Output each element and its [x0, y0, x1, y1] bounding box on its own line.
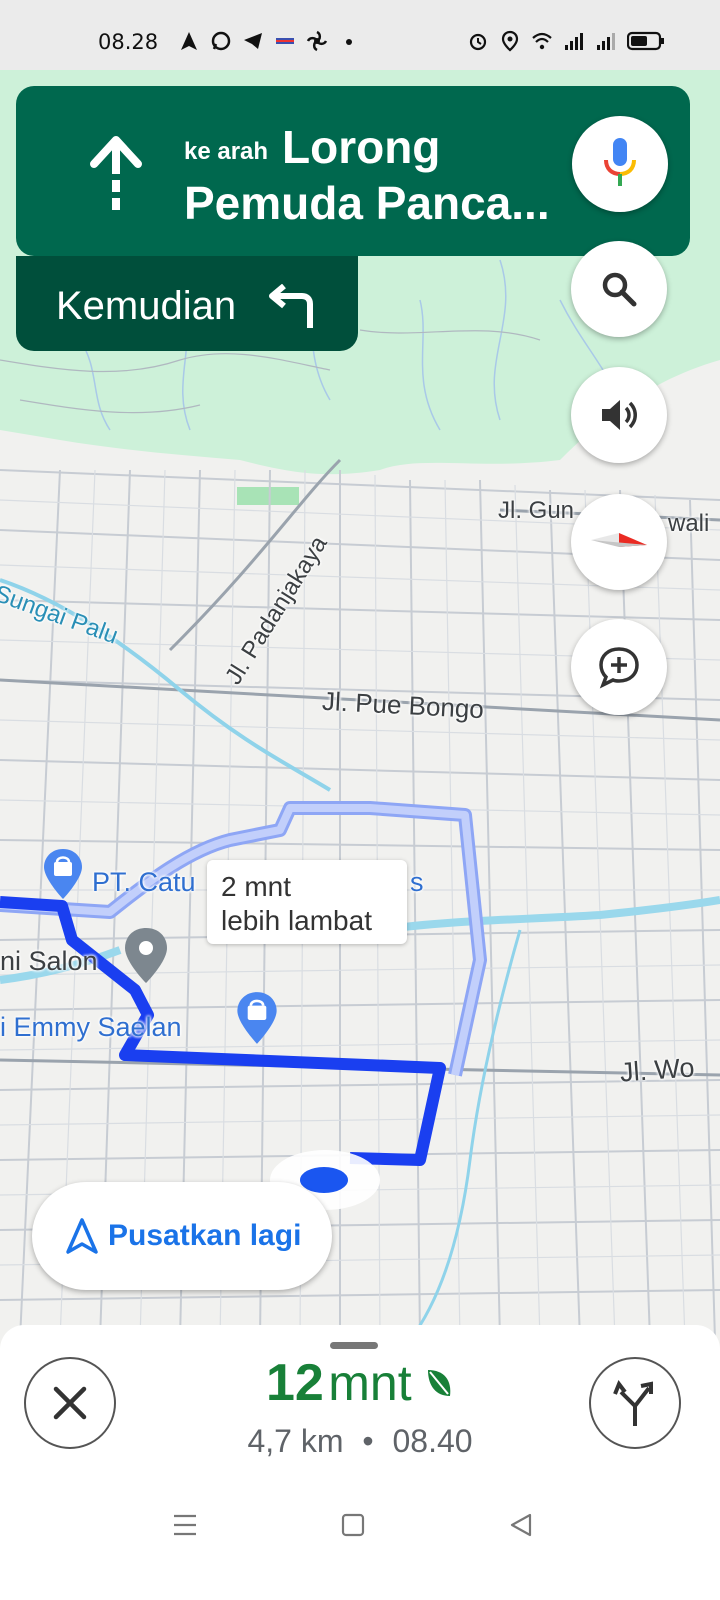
toward-prefix: ke arah: [184, 138, 269, 165]
poi-label-salon[interactable]: ni Salon: [0, 946, 98, 977]
poi-label-pt-catu[interactable]: PT. Catu: [92, 867, 196, 898]
eta-minutes: 12: [265, 1354, 324, 1412]
app-icon: [276, 38, 294, 44]
signal-icon: [597, 33, 615, 50]
pinwheel-icon: [306, 30, 328, 52]
turn-left-icon: [269, 284, 313, 328]
back-icon[interactable]: [508, 1512, 534, 1538]
navigation-icon: [181, 32, 197, 50]
wifi-icon: [532, 32, 552, 50]
home-icon[interactable]: [340, 1512, 366, 1538]
arrival-time: 08.40: [392, 1423, 473, 1459]
alternate-routes-button[interactable]: [589, 1357, 681, 1449]
status-time: 08.28: [98, 30, 159, 54]
eco-leaf-icon: [428, 1370, 451, 1396]
add-report-button[interactable]: [571, 619, 667, 715]
shopping-marker-icon[interactable]: [233, 988, 281, 1050]
recenter-label: Pusatkan lagi: [108, 1219, 302, 1252]
alt-route-callout[interactable]: 2 mnt lebih lambat: [207, 860, 407, 944]
road-label-wo: Jl. Wo: [619, 1052, 696, 1088]
poi-label-pt-catu-suffix[interactable]: s: [410, 867, 424, 898]
recenter-button[interactable]: Pusatkan lagi: [32, 1182, 332, 1290]
place-marker-icon[interactable]: [121, 925, 171, 989]
whatsapp-icon: [211, 31, 231, 51]
voice-search-button[interactable]: [572, 116, 668, 212]
signal-icon: [565, 33, 583, 50]
alt-route-description: lebih lambat: [221, 905, 372, 936]
dot-icon: [346, 39, 352, 45]
microphone-icon: [604, 138, 636, 186]
navigation-arrow-icon: [66, 1218, 98, 1254]
shopping-marker-icon[interactable]: [40, 845, 86, 905]
volume-icon: [602, 400, 637, 430]
route-options-icon: [613, 1379, 653, 1426]
straight-arrow-icon: [90, 136, 142, 210]
telegram-icon: [244, 33, 262, 49]
menu-icon[interactable]: [172, 1512, 198, 1538]
eta-unit: mnt: [328, 1355, 412, 1411]
drag-handle[interactable]: [330, 1342, 378, 1349]
alarm-icon: [469, 33, 487, 51]
report-plus-icon: [599, 647, 639, 689]
compass-button[interactable]: [571, 494, 667, 590]
search-button[interactable]: [571, 241, 667, 337]
road-label-wali: wali: [668, 510, 710, 537]
street-name-line2: Pemuda Panca...: [184, 177, 550, 229]
trip-separator: •: [362, 1423, 374, 1459]
next-maneuver[interactable]: Kemudian: [16, 256, 358, 351]
compass-icon: [591, 533, 647, 547]
poi-label-emmy-saelan[interactable]: i Emmy Saelan: [0, 1012, 182, 1043]
trip-distance: 4,7 km: [247, 1423, 344, 1459]
system-navigation-bar: [0, 1490, 720, 1560]
location-icon: [501, 30, 519, 52]
then-label: Kemudian: [56, 284, 237, 328]
road-label-gunung: Jl. Gun: [498, 497, 575, 524]
battery-icon: [627, 31, 664, 51]
status-bar: 08.28: [0, 0, 720, 70]
sound-button[interactable]: [571, 367, 667, 463]
street-name-line1: Lorong: [282, 121, 441, 173]
alt-route-time: 2 mnt: [221, 871, 292, 902]
search-icon: [602, 272, 637, 307]
